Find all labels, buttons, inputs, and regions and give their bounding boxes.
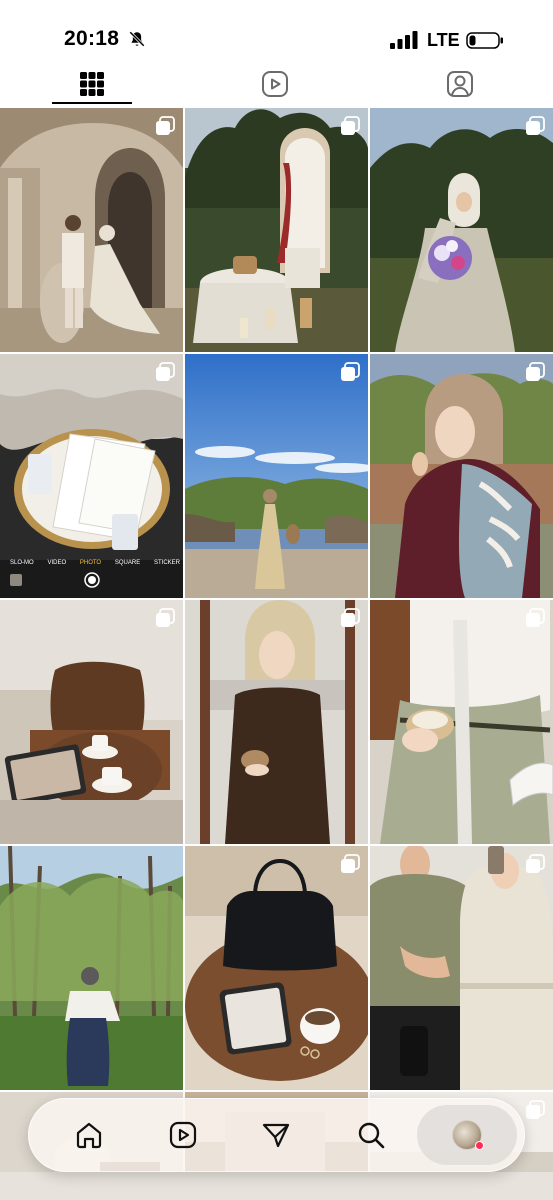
- multiple-photos-icon: [526, 116, 545, 135]
- post-image: [185, 600, 368, 844]
- bottom-tab-bar: [28, 1098, 525, 1172]
- post-image: [0, 108, 183, 352]
- nav-profile[interactable]: [413, 1098, 521, 1172]
- avatar: [452, 1120, 484, 1150]
- post-image: [185, 354, 368, 598]
- battery-icon: [466, 32, 503, 49]
- tab-selected-indicator: [52, 102, 132, 104]
- notification-dot: [475, 1141, 484, 1150]
- bell-slash-icon: [129, 31, 145, 47]
- post-tile[interactable]: [185, 600, 368, 844]
- post-tile[interactable]: [370, 108, 553, 352]
- multiple-photos-icon: [341, 854, 360, 873]
- camera-mode-label: SLO-MO: [10, 560, 34, 566]
- multiple-photos-icon: [156, 116, 175, 135]
- profile-tab-highlight: [417, 1105, 517, 1165]
- post-tile[interactable]: [370, 846, 553, 1090]
- post-tile[interactable]: [185, 108, 368, 352]
- multiple-photos-icon: [526, 362, 545, 381]
- tagged-icon: [447, 71, 473, 97]
- multiple-photos-icon: [526, 608, 545, 627]
- multiple-photos-icon: [341, 608, 360, 627]
- post-tile[interactable]: [370, 600, 553, 844]
- post-image: [185, 108, 368, 352]
- multiple-photos-icon: [526, 1100, 545, 1119]
- post-tile[interactable]: [185, 354, 368, 598]
- post-tile[interactable]: [370, 354, 553, 598]
- nav-home[interactable]: [52, 1098, 126, 1172]
- camera-mode-label: SQUARE: [114, 560, 141, 566]
- network-type: LTE: [427, 30, 460, 50]
- multiple-photos-icon: [341, 362, 360, 381]
- post-image: [370, 600, 553, 844]
- post-tile[interactable]: [0, 108, 183, 352]
- grid-icon: [80, 72, 104, 96]
- signal-bars-icon: [390, 31, 418, 49]
- paper-plane-icon: [262, 1123, 290, 1148]
- post-tile[interactable]: [0, 600, 183, 844]
- nav-search[interactable]: [334, 1098, 408, 1172]
- post-tile[interactable]: [185, 846, 368, 1090]
- multiple-photos-icon: [526, 854, 545, 873]
- nav-reels[interactable]: [146, 1098, 220, 1172]
- post-image: [185, 846, 368, 1090]
- post-tile[interactable]: [0, 846, 183, 1090]
- multiple-photos-icon: [156, 362, 175, 381]
- reels-icon: [262, 71, 288, 97]
- tab-tagged[interactable]: [405, 62, 515, 106]
- reels-icon: [169, 1121, 197, 1149]
- post-image: [370, 108, 553, 352]
- search-icon: [358, 1122, 385, 1149]
- post-tile[interactable]: SLO-MO VIDEO PHOTO SQUARE STICKER: [0, 354, 183, 598]
- post-tile-offscreen[interactable]: [0, 1172, 553, 1200]
- camera-mode-label: STICKER: [153, 560, 180, 566]
- profile-content-tabs: [0, 62, 553, 106]
- camera-mode-label: VIDEO: [47, 560, 67, 566]
- tab-grid[interactable]: [37, 62, 147, 106]
- multiple-photos-icon: [341, 116, 360, 135]
- post-image: [0, 600, 183, 844]
- nav-messages[interactable]: [239, 1098, 313, 1172]
- tab-reels[interactable]: [220, 62, 330, 106]
- post-image: [370, 846, 553, 1090]
- status-bar: 20:18 LTE: [0, 0, 553, 62]
- status-time: 20:18: [64, 27, 120, 50]
- post-image: [0, 846, 183, 1090]
- camera-mode-strip: SLO-MO VIDEO PHOTO SQUARE STICKER: [10, 560, 180, 574]
- camera-mode-label: PHOTO: [79, 560, 102, 566]
- multiple-photos-icon: [156, 608, 175, 627]
- home-icon: [76, 1122, 102, 1149]
- post-image: [370, 354, 553, 598]
